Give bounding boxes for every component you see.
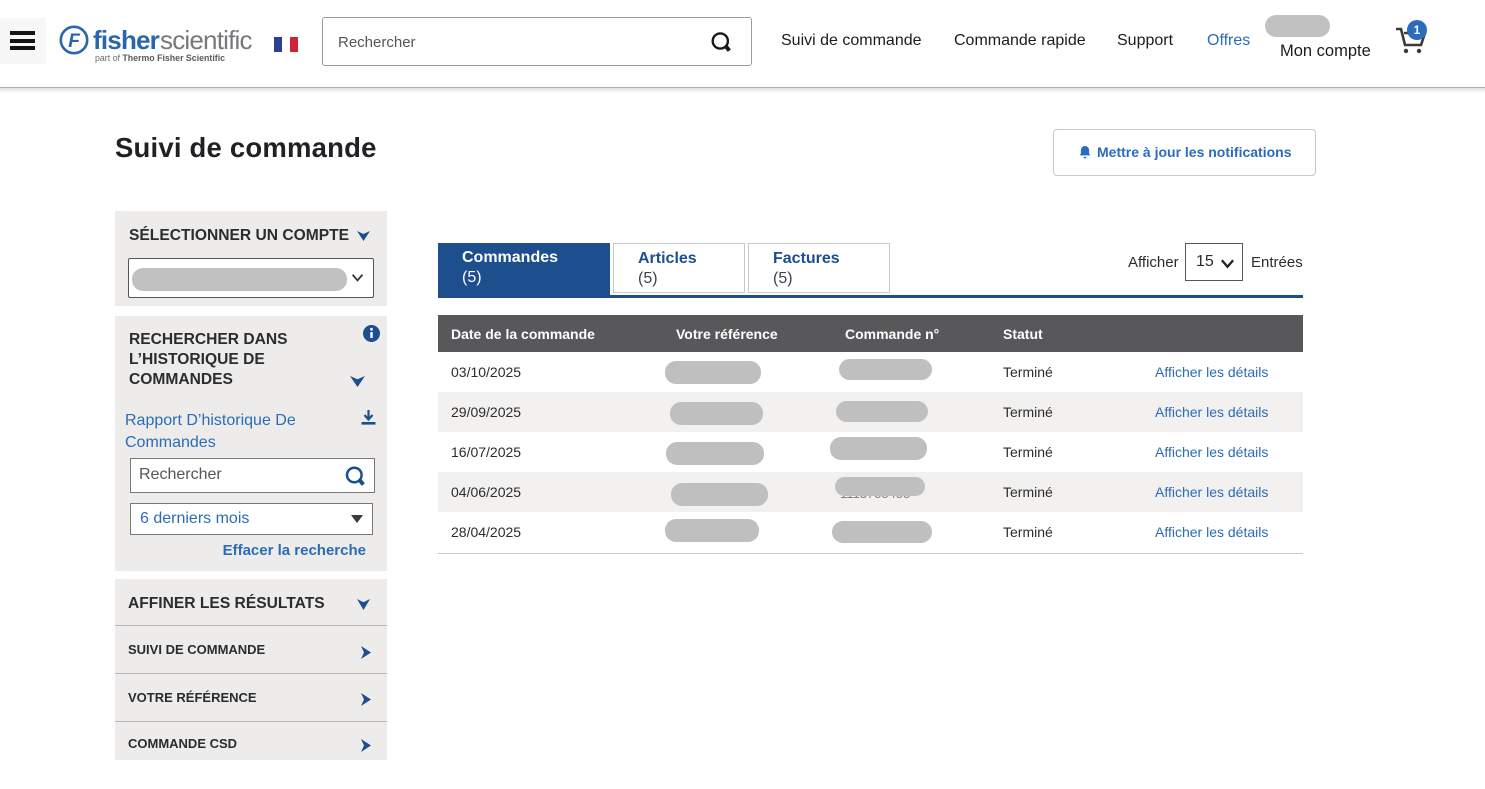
svg-text:F: F bbox=[68, 31, 81, 52]
